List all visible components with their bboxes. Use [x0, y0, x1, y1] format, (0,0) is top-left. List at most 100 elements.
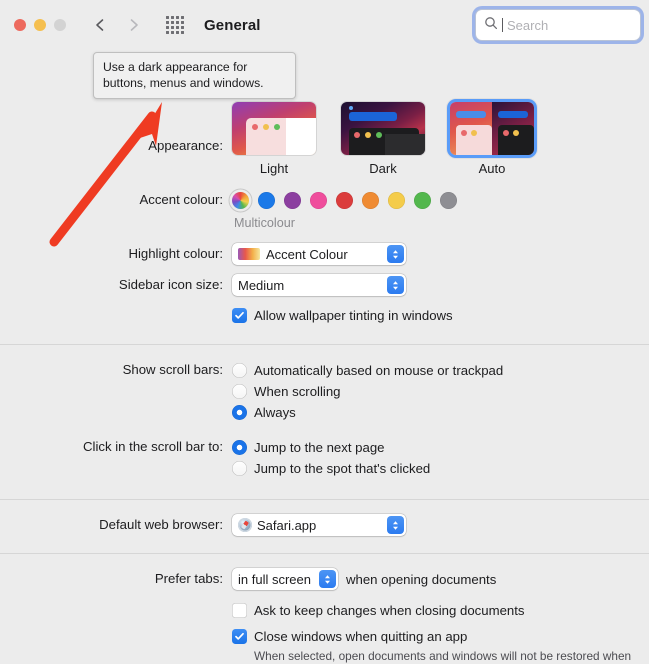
- show-all-grid-icon[interactable]: [166, 16, 184, 34]
- prefer-tabs-dropdown[interactable]: in full screen: [232, 568, 338, 590]
- minimise-window-button[interactable]: [34, 19, 46, 31]
- appearance-option-auto[interactable]: Auto: [450, 102, 534, 176]
- forward-chevron-icon[interactable]: [126, 17, 142, 33]
- radio-row-when-scrolling[interactable]: When scrolling: [232, 381, 649, 402]
- accent-swatch-pink[interactable]: [310, 192, 327, 209]
- accent-swatch-multicolour[interactable]: [232, 192, 249, 209]
- sidebar-icon-size-dropdown[interactable]: Medium: [232, 274, 406, 296]
- preferences-content: Appearance: Light Dark Auto Accent colou…: [0, 102, 649, 664]
- click-scroll-bar-options: Jump to the next page Jump to the spot t…: [232, 437, 649, 479]
- radio-automatically[interactable]: [232, 363, 247, 378]
- appearance-label-light: Light: [259, 161, 289, 176]
- accent-colour-selected-name: Multicolour: [234, 216, 295, 230]
- show-scroll-bars-label: Show scroll bars:: [122, 362, 223, 377]
- appearance-label-dark: Dark: [369, 161, 397, 176]
- appearance-thumb-light[interactable]: [232, 102, 316, 155]
- window-titlebar: General Search: [0, 0, 649, 50]
- wallpaper-tinting-checkbox[interactable]: [232, 308, 247, 323]
- default-web-browser-value: Safari.app: [257, 517, 317, 533]
- close-windows-quitting-row: Close windows when quitting an app When …: [0, 628, 649, 664]
- radio-jump-spot-clicked[interactable]: [232, 461, 247, 476]
- appearance-thumb-dark[interactable]: [341, 102, 425, 155]
- close-windows-quitting-label: Close windows when quitting an app: [254, 629, 468, 644]
- safari-icon: [238, 518, 252, 532]
- highlight-colour-label: Highlight colour:: [128, 246, 223, 261]
- accent-swatch-blue[interactable]: [258, 192, 275, 209]
- show-scroll-bars-row: Show scroll bars: Automatically based on…: [0, 360, 649, 423]
- appearance-label-auto: Auto: [478, 161, 506, 176]
- search-icon: [484, 16, 498, 35]
- chevron-updown-icon[interactable]: [318, 570, 336, 588]
- divider-1: [0, 344, 649, 345]
- system-preferences-general-window: General Search Appearance: Light Dark Au…: [0, 0, 649, 664]
- highlight-colour-dropdown[interactable]: Accent Colour: [232, 243, 406, 265]
- radio-row-always[interactable]: Always: [232, 402, 649, 423]
- radio-row-auto-scrollbars[interactable]: Automatically based on mouse or trackpad: [232, 360, 649, 381]
- radio-when-scrolling[interactable]: [232, 384, 247, 399]
- appearance-row: Appearance: Light Dark Auto: [0, 102, 649, 176]
- appearance-options: Light Dark Auto: [232, 102, 649, 176]
- zoom-window-button[interactable]: [54, 19, 66, 31]
- radio-row-next-page[interactable]: Jump to the next page: [232, 437, 649, 458]
- accent-swatch-graphite[interactable]: [440, 192, 457, 209]
- navigation-buttons: [92, 17, 142, 33]
- default-web-browser-dropdown[interactable]: Safari.app: [232, 514, 406, 536]
- radio-always[interactable]: [232, 405, 247, 420]
- divider-2: [0, 499, 649, 500]
- wallpaper-tinting-label: Allow wallpaper tinting in windows: [254, 308, 453, 323]
- default-web-browser-label: Default web browser:: [99, 517, 223, 532]
- chevron-updown-icon[interactable]: [387, 516, 404, 534]
- search-placeholder: Search: [507, 17, 549, 33]
- ask-keep-changes-checkbox[interactable]: [232, 603, 247, 618]
- prefer-tabs-label: Prefer tabs:: [154, 571, 223, 586]
- close-windows-checkbox-row[interactable]: Close windows when quitting an app: [232, 628, 649, 645]
- wallpaper-tinting-row: Allow wallpaper tinting in windows: [0, 307, 649, 324]
- close-windows-quitting-hint: When selected, open documents and window…: [254, 649, 632, 663]
- accent-swatch-red[interactable]: [336, 192, 353, 209]
- chevron-updown-icon[interactable]: [387, 276, 404, 294]
- accent-colour-gradient-chip: [238, 248, 260, 260]
- appearance-option-light[interactable]: Light: [232, 102, 316, 176]
- close-windows-quitting-checkbox[interactable]: [232, 629, 247, 644]
- accent-swatch-green[interactable]: [414, 192, 431, 209]
- close-window-button[interactable]: [14, 19, 26, 31]
- prefer-tabs-value: in full screen: [238, 571, 311, 587]
- text-cursor: [502, 18, 503, 32]
- radio-row-spot-clicked[interactable]: Jump to the spot that's clicked: [232, 458, 649, 479]
- back-chevron-icon[interactable]: [92, 17, 108, 33]
- accent-colour-row: Accent colour: Multicolour: [0, 192, 649, 230]
- sidebar-icon-size-label: Sidebar icon size:: [118, 277, 223, 292]
- accent-swatch-purple[interactable]: [284, 192, 301, 209]
- page-title: General: [204, 16, 261, 34]
- prefer-tabs-row: Prefer tabs: in full screen when opening…: [0, 568, 649, 590]
- radio-label-automatically: Automatically based on mouse or trackpad: [254, 363, 504, 378]
- sidebar-icon-size-value: Medium: [238, 277, 285, 293]
- divider-3: [0, 553, 649, 554]
- appearance-option-dark[interactable]: Dark: [341, 102, 425, 176]
- appearance-label: Appearance:: [148, 138, 223, 153]
- accent-colour-swatches: [232, 192, 649, 209]
- show-scroll-bars-options: Automatically based on mouse or trackpad…: [232, 360, 649, 423]
- accent-colour-label: Accent colour:: [139, 192, 223, 207]
- click-scroll-bar-row: Click in the scroll bar to: Jump to the …: [0, 437, 649, 479]
- chevron-updown-icon[interactable]: [387, 245, 404, 263]
- prefer-tabs-suffix: when opening documents: [345, 571, 497, 587]
- appearance-thumb-auto[interactable]: [450, 102, 534, 155]
- ask-keep-changes-checkbox-row[interactable]: Ask to keep changes when closing documen…: [232, 602, 649, 619]
- wallpaper-tinting-checkbox-row[interactable]: Allow wallpaper tinting in windows: [232, 307, 649, 324]
- accent-swatch-orange[interactable]: [362, 192, 379, 209]
- radio-label-when-scrolling: When scrolling: [254, 384, 341, 399]
- accent-swatch-yellow[interactable]: [388, 192, 405, 209]
- radio-label-always: Always: [254, 405, 296, 420]
- search-container: Search: [475, 9, 641, 41]
- appearance-tooltip: Use a dark appearance for buttons, menus…: [93, 52, 296, 99]
- highlight-colour-row: Highlight colour: Accent Colour: [0, 243, 649, 265]
- click-scroll-bar-label: Click in the scroll bar to:: [83, 439, 223, 454]
- radio-label-jump-spot-clicked: Jump to the spot that's clicked: [254, 461, 431, 476]
- ask-keep-changes-label: Ask to keep changes when closing documen…: [254, 603, 525, 618]
- radio-jump-next-page[interactable]: [232, 440, 247, 455]
- ask-keep-changes-row: Ask to keep changes when closing documen…: [0, 602, 649, 619]
- default-web-browser-row: Default web browser: Safari.app: [0, 514, 649, 537]
- search-field[interactable]: Search: [475, 9, 641, 41]
- traffic-lights: [14, 19, 66, 31]
